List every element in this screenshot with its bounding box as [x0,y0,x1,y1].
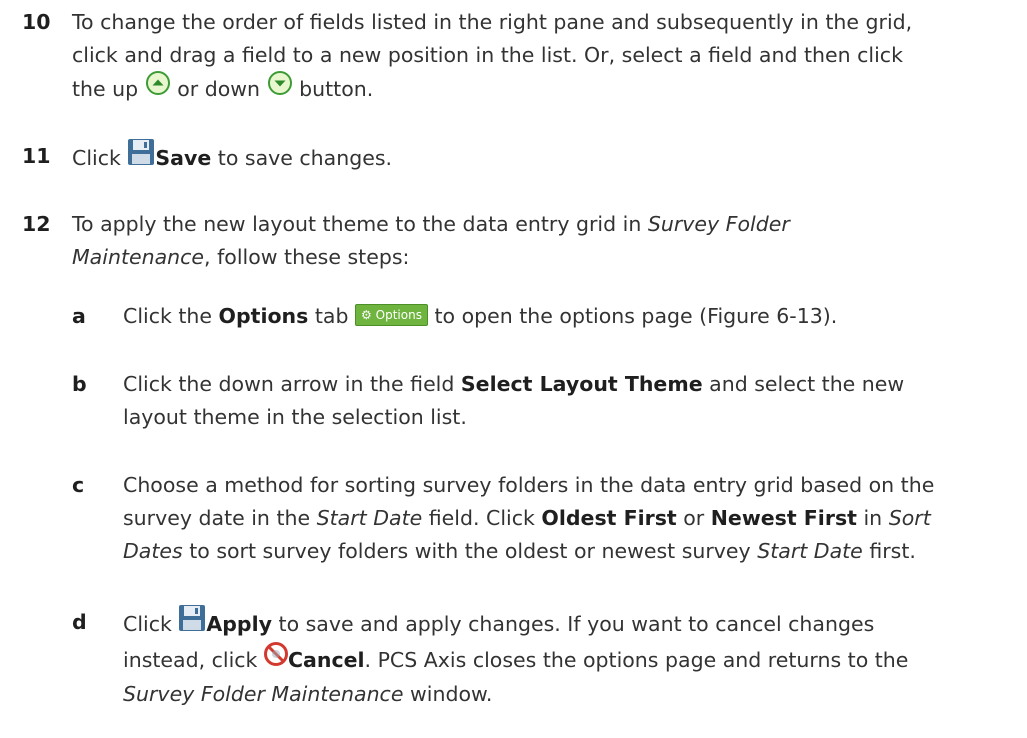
text-line: To change the order of fields listed in … [72,10,913,34]
text-line: Maintenance, follow these steps: [72,241,1007,274]
text-line: instead, click Cancel. PCS Axis closes t… [123,642,1008,678]
move-up-icon [145,70,171,106]
text-fragment: to save changes. [217,146,393,170]
text-fragment: instead, click [123,648,258,672]
options-tab-label: Options [375,308,422,322]
substep-letter: d [72,610,87,634]
step-text: Click Save to save changes. [72,138,1007,178]
text-fragment: , follow these steps: [204,245,410,269]
text-fragment: or down [177,77,261,101]
text-line: Click Apply to save and apply changes. I… [123,604,1008,644]
text-fragment: and select the new [709,372,905,396]
apply-label: Apply [206,612,272,636]
text-fragment: to save and apply changes. If you want t… [278,612,875,636]
substep-text: Click the Options tab ⚙ Options to open … [123,300,1008,333]
save-icon [178,604,206,642]
step-text: To apply the new layout theme to the dat… [72,208,1007,274]
text-line: Choose a method for sorting survey folde… [123,473,935,497]
options-tab-image: ⚙ Options [355,304,428,326]
text-line: Survey Folder Maintenance window. [123,678,1008,711]
text-line: To apply the new layout theme to the dat… [72,208,1007,241]
text-fragment: tab [314,304,349,328]
text-bold: Newest First [710,506,857,530]
text-emphasis: Maintenance [72,245,205,269]
text-fragment: the up [72,77,139,101]
substep-text: Click the down arrow in the field Select… [123,368,1008,434]
cancel-label: Cancel [287,648,365,672]
text-fragment: in [863,506,883,530]
text-fragment: button. [299,77,374,101]
text-emphasis: Survey Folder [647,212,790,236]
text-line: layout theme in the selection list. [123,405,467,429]
text-bold: Select Layout Theme [460,372,703,396]
text-line: the up or down button. [72,70,1007,108]
step-number: 10 [22,10,51,34]
text-line: survey date in the Start Date field. Cli… [123,502,1008,535]
substep-text: Click Apply to save and apply changes. I… [123,604,1008,711]
text-fragment: Click the [123,304,213,328]
text-emphasis: Start Date [757,539,863,563]
text-bold: Options [218,304,309,328]
save-icon [127,138,155,176]
substep-letter: a [72,304,86,328]
text-fragment: window. [409,682,493,706]
text-fragment: Click [72,146,121,170]
text-fragment: first. [869,539,916,563]
text-fragment: to open the options page (Figure 6-13). [434,304,838,328]
text-fragment: or [683,506,705,530]
text-fragment: to sort survey folders with the oldest o… [189,539,751,563]
text-line: Click the down arrow in the field Select… [123,368,1008,401]
text-fragment: survey date in the [123,506,311,530]
cancel-icon [263,642,288,676]
step-number: 11 [22,144,51,168]
text-emphasis: Start Date [316,506,423,530]
text-bold: Oldest First [541,506,677,530]
text-fragment: field. Click [428,506,535,530]
gear-icon: ⚙ [361,308,372,322]
text-line: Dates to sort survey folders with the ol… [123,535,1008,568]
step-number: 12 [22,212,51,236]
step-text: To change the order of fields listed in … [72,6,1007,108]
move-down-icon [267,70,293,106]
text-emphasis: Survey Folder Maintenance [123,682,404,706]
text-emphasis: Sort [888,506,931,530]
text-fragment: . PCS Axis closes the options page and r… [364,648,909,672]
text-fragment: Click the down arrow in the field [123,372,455,396]
substep-letter: c [72,473,85,497]
save-label: Save [155,146,212,170]
text-line: click and drag a field to a new position… [72,43,903,67]
substep-letter: b [72,372,87,396]
text-fragment: Click [123,612,172,636]
text-fragment: To apply the new layout theme to the dat… [72,212,642,236]
substep-text: Choose a method for sorting survey folde… [123,469,1008,568]
text-emphasis: Dates [123,539,183,563]
